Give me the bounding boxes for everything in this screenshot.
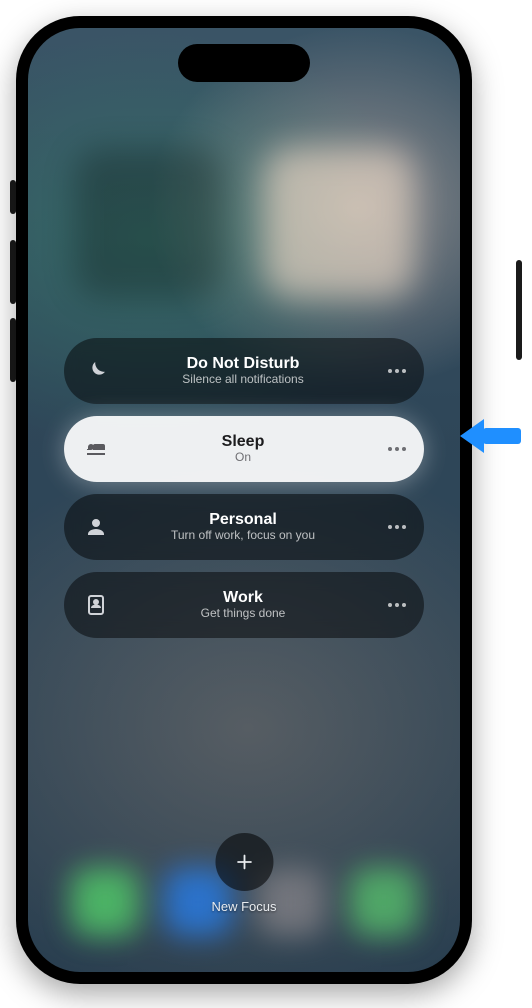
- more-icon[interactable]: [388, 447, 406, 451]
- screen: Do Not Disturb Silence all notifications…: [28, 28, 460, 972]
- focus-item-sleep[interactable]: Sleep On: [64, 416, 424, 482]
- focus-item-title: Sleep: [222, 433, 265, 451]
- dynamic-island: [178, 44, 310, 82]
- focus-item-text: Do Not Disturb Silence all notifications: [120, 355, 366, 387]
- focus-item-title: Do Not Disturb: [187, 355, 300, 373]
- focus-mode-list: Do Not Disturb Silence all notifications…: [64, 338, 424, 638]
- focus-item-title: Work: [223, 589, 263, 607]
- person-icon: [84, 515, 108, 539]
- focus-item-subtitle: Get things done: [201, 607, 286, 621]
- callout-arrow-icon: [460, 419, 521, 453]
- focus-item-personal[interactable]: Personal Turn off work, focus on you: [64, 494, 424, 560]
- new-focus-label: New Focus: [211, 899, 276, 914]
- phone-frame: Do Not Disturb Silence all notifications…: [16, 16, 472, 984]
- focus-item-title: Personal: [209, 511, 277, 529]
- more-icon[interactable]: [388, 369, 406, 373]
- badge-icon: [84, 593, 108, 617]
- moon-icon: [84, 359, 108, 383]
- focus-item-text: Work Get things done: [120, 589, 366, 621]
- focus-item-subtitle: Turn off work, focus on you: [171, 529, 315, 543]
- focus-item-do-not-disturb[interactable]: Do Not Disturb Silence all notifications: [64, 338, 424, 404]
- focus-item-work[interactable]: Work Get things done: [64, 572, 424, 638]
- more-icon[interactable]: [388, 525, 406, 529]
- bed-icon: [84, 437, 108, 461]
- new-focus-button[interactable]: New Focus: [211, 833, 276, 914]
- background-widgets-blur: [28, 148, 460, 328]
- focus-item-text: Sleep On: [120, 433, 366, 465]
- focus-item-text: Personal Turn off work, focus on you: [120, 511, 366, 543]
- plus-icon: [215, 833, 273, 891]
- more-icon[interactable]: [388, 603, 406, 607]
- focus-item-subtitle: Silence all notifications: [182, 373, 303, 387]
- side-button: [516, 260, 522, 360]
- focus-item-subtitle: On: [235, 451, 251, 465]
